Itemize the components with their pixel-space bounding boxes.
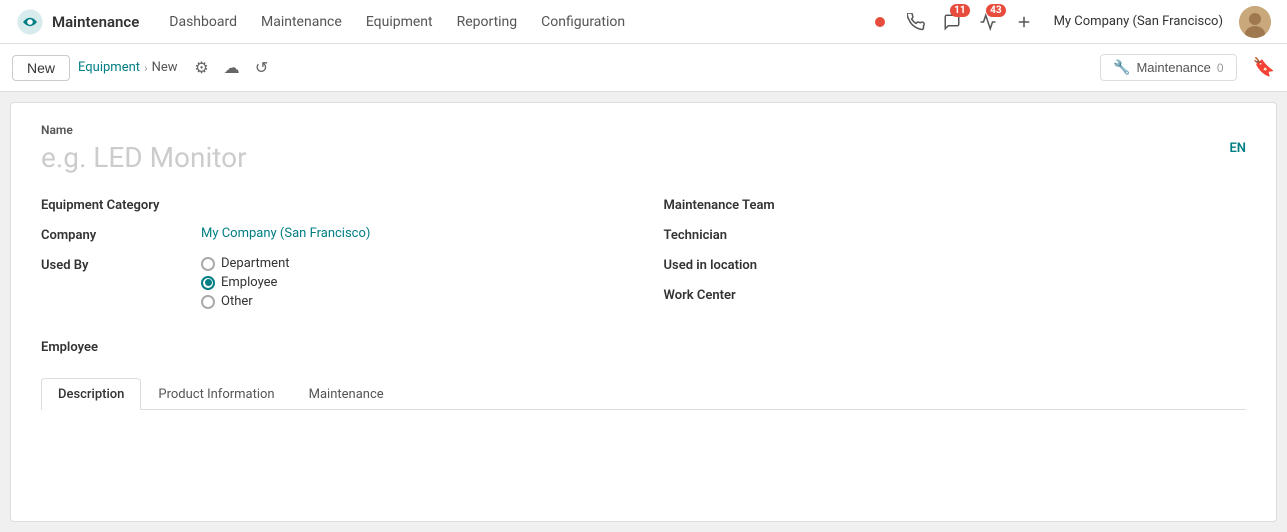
phone-icon[interactable] — [902, 8, 930, 36]
form-section: Equipment Category Company My Company (S… — [41, 190, 1246, 316]
form-left-column: Equipment Category Company My Company (S… — [41, 190, 624, 316]
name-input-area: e.g. LED Monitor EN — [41, 141, 1246, 174]
top-navigation: Maintenance Dashboard Maintenance Equipm… — [0, 0, 1287, 44]
name-placeholder[interactable]: e.g. LED Monitor — [41, 141, 1246, 174]
app-name: Maintenance — [52, 13, 139, 31]
work-center-row: Work Center — [664, 280, 1247, 310]
breadcrumb-separator: › — [144, 61, 148, 75]
nav-item-reporting[interactable]: Reporting — [447, 10, 528, 34]
used-by-label: Used By — [41, 256, 201, 273]
messages-badge: 11 — [950, 4, 969, 17]
status-indicator[interactable] — [866, 8, 894, 36]
nav-links: Dashboard Maintenance Equipment Reportin… — [159, 10, 865, 34]
technician-row: Technician — [664, 220, 1247, 250]
used-in-location-row: Used in location — [664, 250, 1247, 280]
radio-other[interactable]: Other — [201, 294, 290, 309]
form-tabs: Description Product Information Maintena… — [41, 378, 1246, 410]
company-row: Company My Company (San Francisco) — [41, 220, 624, 250]
toolbar: New Equipment › New ⚙ ☁ ↺ 🔧 Maintenance … — [0, 44, 1287, 92]
radio-employee-circle[interactable] — [201, 276, 215, 290]
used-by-radio-group: Department Employee Other — [201, 256, 290, 309]
tab-description[interactable]: Description — [41, 378, 141, 410]
company-name: My Company (San Francisco) — [1054, 14, 1223, 29]
app-logo[interactable] — [16, 8, 44, 36]
maintenance-team-row: Maintenance Team — [664, 190, 1247, 220]
radio-other-circle[interactable] — [201, 295, 215, 309]
radio-other-label: Other — [221, 294, 253, 309]
maintenance-label: Maintenance — [1136, 60, 1210, 75]
new-button[interactable]: New — [12, 55, 70, 81]
toolbar-icons: ⚙ ☁ ↺ — [190, 56, 274, 80]
radio-employee-label: Employee — [221, 275, 277, 290]
maintenance-team-label: Maintenance Team — [664, 196, 824, 213]
form-right-column: Maintenance Team Technician Used in loca… — [664, 190, 1247, 316]
breadcrumb-parent[interactable]: Equipment — [78, 60, 140, 75]
tab-maintenance[interactable]: Maintenance — [292, 378, 401, 410]
maintenance-count: 0 — [1217, 61, 1224, 75]
cloud-icon[interactable]: ☁ — [220, 56, 244, 80]
nav-right: 11 43 My Company (San Francisco) — [866, 6, 1271, 38]
bookmark-icon[interactable]: 🔖 — [1253, 57, 1275, 78]
gear-icon[interactable]: ⚙ — [190, 56, 214, 80]
activity-icon[interactable]: 43 — [974, 8, 1002, 36]
equipment-category-label: Equipment Category — [41, 196, 201, 213]
work-center-label: Work Center — [664, 286, 824, 303]
equipment-category-row: Equipment Category — [41, 190, 624, 220]
maintenance-button[interactable]: 🔧 Maintenance 0 — [1100, 54, 1237, 81]
nav-item-configuration[interactable]: Configuration — [531, 10, 635, 34]
used-by-row: Used By Department Employee Other — [41, 250, 624, 316]
technician-label: Technician — [664, 226, 824, 243]
user-avatar[interactable] — [1239, 6, 1271, 38]
tab-product-information[interactable]: Product Information — [141, 378, 291, 410]
radio-department-label: Department — [221, 256, 290, 271]
employee-section: Employee — [41, 332, 1246, 362]
company-label: Company — [41, 226, 201, 243]
radio-employee[interactable]: Employee — [201, 275, 290, 290]
breadcrumb-current: New — [152, 60, 178, 75]
name-label: Name — [41, 123, 1246, 137]
used-in-location-label: Used in location — [664, 256, 824, 273]
nav-item-dashboard[interactable]: Dashboard — [159, 10, 247, 34]
employee-label: Employee — [41, 338, 201, 355]
employee-row: Employee — [41, 332, 1246, 362]
language-badge[interactable]: EN — [1229, 141, 1246, 156]
settings-icon[interactable] — [1010, 8, 1038, 36]
company-value[interactable]: My Company (San Francisco) — [201, 226, 624, 241]
activity-badge: 43 — [986, 4, 1005, 17]
breadcrumb: Equipment › New — [78, 60, 178, 75]
main-form: Name e.g. LED Monitor EN Equipment Categ… — [10, 102, 1277, 522]
refresh-icon[interactable]: ↺ — [250, 56, 274, 80]
nav-item-equipment[interactable]: Equipment — [356, 10, 443, 34]
radio-department-circle[interactable] — [201, 257, 215, 271]
nav-item-maintenance[interactable]: Maintenance — [251, 10, 352, 34]
messages-icon[interactable]: 11 — [938, 8, 966, 36]
radio-department[interactable]: Department — [201, 256, 290, 271]
wrench-icon: 🔧 — [1113, 59, 1130, 76]
